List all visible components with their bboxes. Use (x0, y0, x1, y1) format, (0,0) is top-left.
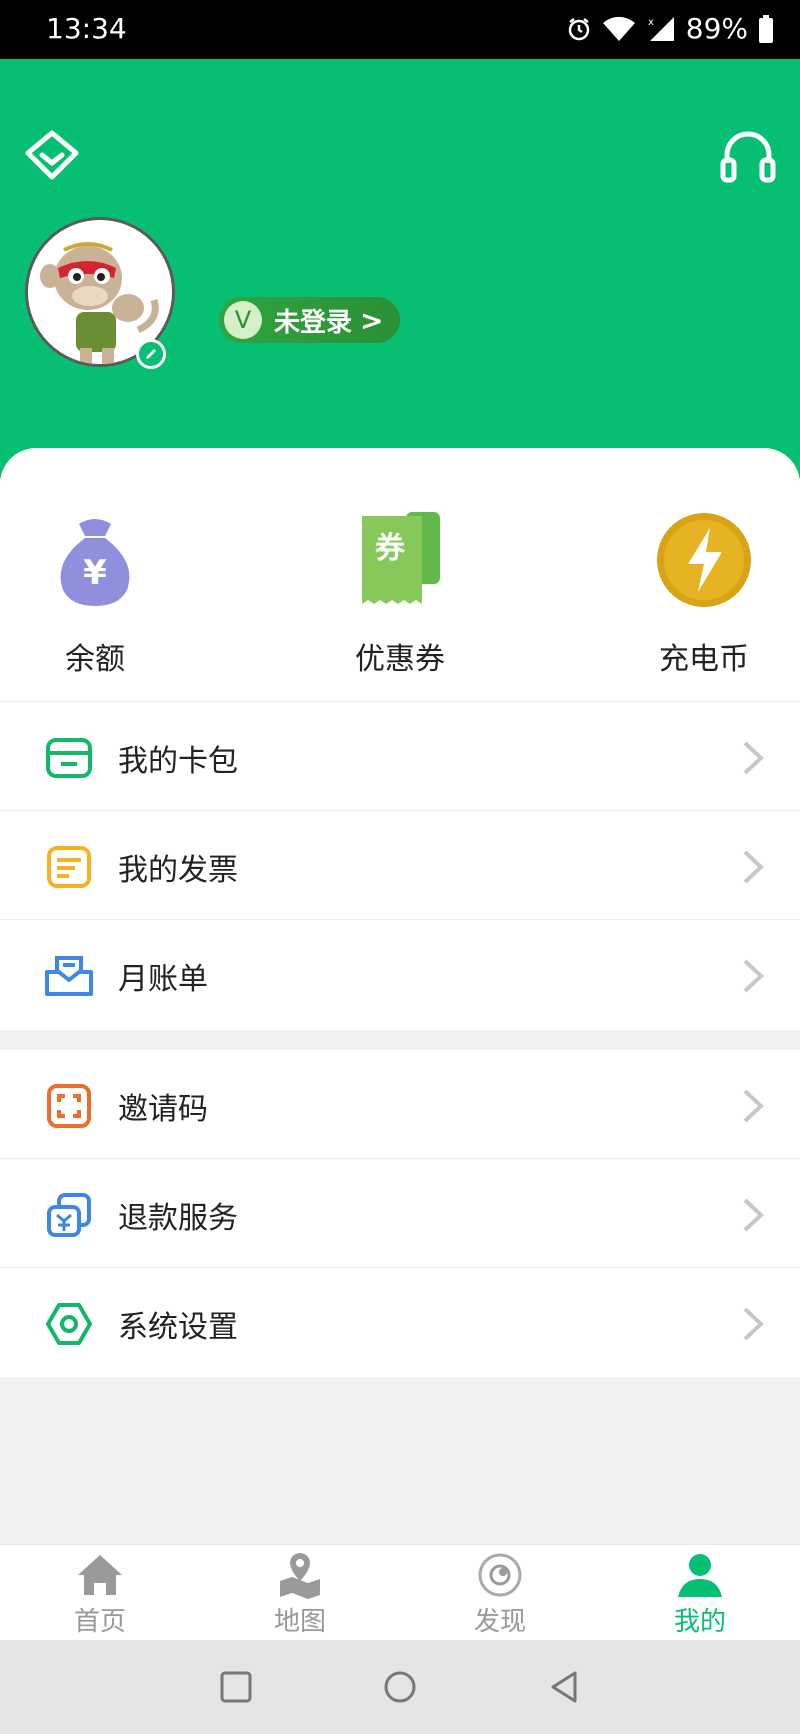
menu-item-invite-code[interactable]: 邀请码 (0, 1050, 800, 1159)
charge-coin-button[interactable]: 充电币 (604, 448, 800, 700)
scan-frame-icon (47, 1084, 91, 1128)
system-navigation-bar (0, 1640, 800, 1734)
menu-item-card-wallet[interactable]: 我的卡包 (0, 702, 800, 811)
tab-label: 我的 (673, 1607, 726, 1637)
menu-item-settings[interactable]: 系统设置 (0, 1268, 800, 1377)
vip-diamond-icon[interactable] (22, 127, 82, 187)
chevron-right-icon (743, 741, 764, 775)
menu-label: 月账单 (118, 962, 208, 997)
menu-label: 邀请码 (118, 1092, 208, 1127)
coupon-glyph: 券 (375, 531, 406, 566)
invoice-icon (47, 846, 91, 888)
tab-label: 地图 (273, 1607, 326, 1637)
charge-coin-icon (657, 513, 751, 607)
menu-label: 我的卡包 (118, 744, 238, 779)
tab-home[interactable]: 首页 (0, 1545, 200, 1641)
chevron-right-icon (743, 1089, 764, 1123)
v-badge-icon: V (224, 301, 262, 339)
status-time: 13:34 (46, 12, 127, 45)
back-button-icon[interactable] (547, 1670, 581, 1704)
refund-icon (47, 1193, 91, 1237)
charge-coin-label: 充电币 (659, 642, 749, 677)
login-button[interactable]: V 未登录 > (219, 297, 400, 343)
chevron-right-icon: > (360, 303, 384, 337)
home-button-icon[interactable] (383, 1670, 417, 1704)
pencil-icon (146, 349, 156, 359)
menu-label: 我的发票 (118, 853, 238, 888)
battery-icon (759, 14, 773, 43)
tab-discover[interactable]: 发现 (400, 1545, 600, 1641)
tab-profile[interactable]: 我的 (600, 1545, 800, 1641)
chevron-right-icon (743, 959, 764, 993)
tab-label: 发现 (473, 1607, 526, 1637)
coupon-icon: 券 (362, 512, 440, 604)
map-icon (280, 1553, 320, 1599)
menu-label: 系统设置 (118, 1310, 238, 1345)
recents-button-icon[interactable] (219, 1670, 253, 1704)
card-wallet-icon (46, 738, 92, 778)
login-label: 未登录 (274, 307, 353, 338)
balance-button[interactable]: ¥ 余额 (0, 448, 195, 700)
tab-map[interactable]: 地图 (200, 1545, 400, 1641)
menu-label: 退款服务 (118, 1201, 238, 1236)
menu-item-monthly-bill[interactable]: 月账单 (0, 920, 800, 1030)
discover-icon (478, 1553, 522, 1597)
profile-icon (678, 1554, 722, 1597)
signal-icon: x (648, 16, 674, 41)
menu-item-refund[interactable]: 退款服务 (0, 1159, 800, 1268)
status-bar: 13:34 x 89% (0, 0, 800, 59)
tab-label: 首页 (73, 1607, 126, 1637)
coupon-label: 优惠券 (355, 642, 445, 677)
settings-icon (46, 1303, 92, 1345)
money-bag-icon: ¥ (60, 519, 130, 606)
battery-percent: 89% (685, 12, 748, 45)
alarm-icon (568, 17, 590, 40)
coupon-button[interactable]: 券 优惠券 (300, 448, 500, 700)
menu-item-invoice[interactable]: 我的发票 (0, 811, 800, 920)
chevron-right-icon (743, 1198, 764, 1232)
edit-avatar-button[interactable] (136, 339, 166, 369)
chevron-right-icon (743, 1307, 764, 1341)
balance-glyph: ¥ (83, 553, 107, 593)
bottom-tab-bar: 首页 地图 发现 我的 (0, 1544, 800, 1641)
chevron-right-icon (743, 850, 764, 884)
balance-label: 余额 (65, 642, 125, 677)
home-icon (78, 1555, 122, 1595)
profile-header: V 未登录 > (0, 59, 800, 479)
monthly-bill-icon (45, 956, 93, 996)
svg-text:x: x (648, 17, 654, 28)
wifi-icon (602, 16, 635, 41)
customer-service-icon[interactable] (718, 127, 778, 187)
